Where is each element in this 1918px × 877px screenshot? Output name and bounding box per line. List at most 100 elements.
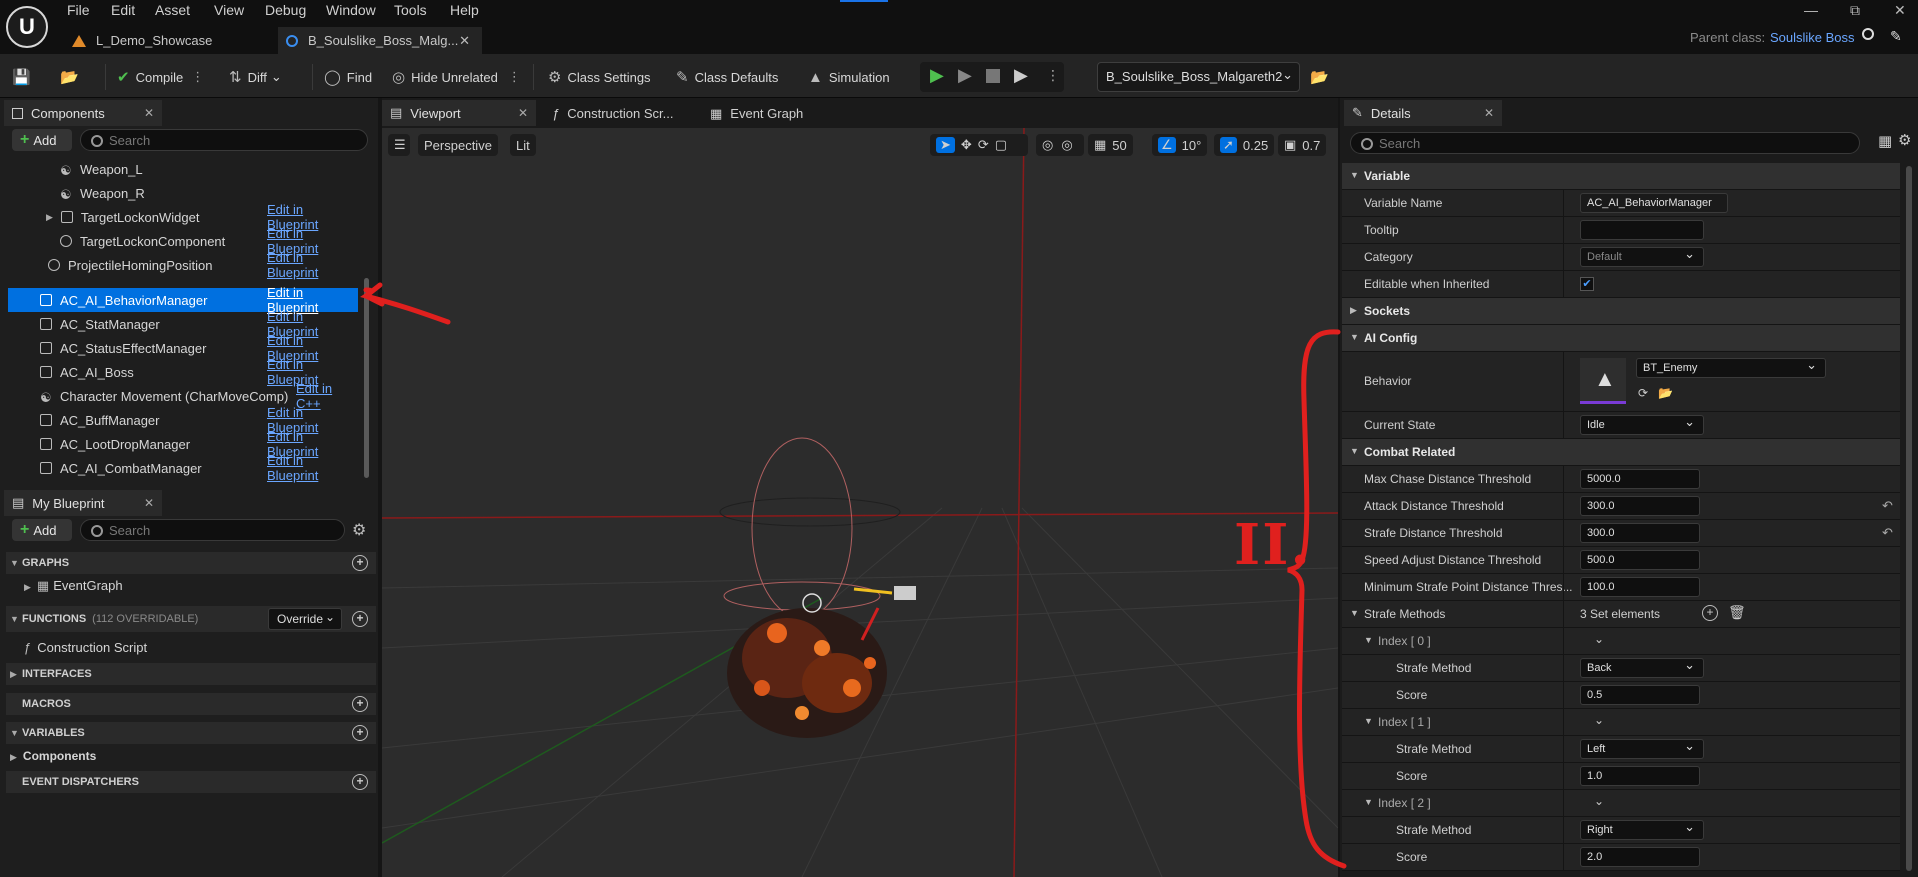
behavior-tree-thumbnail[interactable]: ▲ bbox=[1580, 358, 1626, 404]
component-ac-ai-combatmanager[interactable]: AC_AI_CombatManager Edit in Blueprint bbox=[8, 453, 358, 483]
section-sockets[interactable]: ▶ Sockets bbox=[1342, 298, 1900, 325]
parent-class-link[interactable]: Soulslike Boss bbox=[1770, 30, 1855, 45]
trash-icon[interactable]: 🗑 bbox=[1728, 604, 1746, 621]
minimize-icon[interactable]: — bbox=[1804, 2, 1818, 18]
components-scrollbar[interactable] bbox=[364, 278, 369, 478]
surface-snap-icon[interactable]: ◎ bbox=[1061, 137, 1072, 153]
strafe-distance-field[interactable]: 300.0 bbox=[1580, 523, 1700, 543]
add-graph-icon[interactable]: + bbox=[352, 555, 368, 571]
unreal-logo-icon[interactable]: U bbox=[6, 6, 48, 48]
tab-my-blueprint[interactable]: ▤ My Blueprint ✕ bbox=[4, 490, 162, 516]
step-icon[interactable]: ▶ bbox=[958, 65, 972, 86]
expand-arrow-icon[interactable]: ▶ bbox=[46, 212, 53, 223]
add-member-button[interactable]: + Add bbox=[12, 519, 72, 541]
components-search-input[interactable]: Search bbox=[80, 129, 368, 151]
details-search-input[interactable]: Search bbox=[1350, 132, 1860, 154]
hide-unrelated-button[interactable]: ◎ Hide Unrelated ⋮ bbox=[392, 66, 521, 88]
debug-object-selector[interactable]: B_Soulslike_Boss_Malgareth2 ⌄ bbox=[1097, 62, 1300, 92]
use-selected-icon[interactable]: ⟳ bbox=[1638, 386, 1648, 400]
edit-in-blueprint-link[interactable]: Edit in Blueprint bbox=[267, 250, 358, 280]
variable-name-field[interactable]: AC_AI_BehaviorManager bbox=[1580, 193, 1728, 213]
reset-to-default-icon[interactable]: ↶ bbox=[1882, 525, 1893, 541]
browse-asset-icon[interactable]: 📂 bbox=[1658, 386, 1673, 400]
override-dropdown[interactable]: Override ⌄ bbox=[268, 608, 342, 630]
tab-viewport[interactable]: ▤ Viewport ✕ bbox=[382, 100, 536, 126]
settings-gear-icon[interactable]: ⚙ bbox=[352, 520, 366, 540]
edit-in-blueprint-link[interactable]: Edit in Blueprint bbox=[267, 453, 358, 483]
grid-snap-button[interactable]: ▦ 50 bbox=[1088, 134, 1133, 156]
table-view-icon[interactable]: ▦ bbox=[1878, 132, 1892, 150]
behavior-asset-dropdown[interactable]: BT_Enemy bbox=[1636, 357, 1826, 378]
event-graph-item[interactable]: ▶ ▦ EventGraph bbox=[24, 578, 123, 594]
collapse-arrow-icon[interactable]: ▼ bbox=[1364, 797, 1373, 807]
rotate-tool-icon[interactable]: ⟳ bbox=[978, 137, 989, 153]
add-component-button[interactable]: + Add bbox=[12, 129, 72, 151]
variables-components-category[interactable]: ▶ Components bbox=[10, 749, 96, 763]
settings-gear-icon[interactable]: ⚙ bbox=[1898, 131, 1911, 149]
play-options-icon[interactable]: ⋮ bbox=[1046, 67, 1060, 84]
add-dispatcher-icon[interactable]: + bbox=[352, 774, 368, 790]
reset-to-default-icon[interactable]: ↶ bbox=[1882, 498, 1893, 514]
editable-checkbox[interactable]: ✔ bbox=[1580, 277, 1594, 291]
section-combat-related[interactable]: ▼ Combat Related bbox=[1342, 439, 1900, 466]
resume-icon[interactable]: ▶ bbox=[1014, 65, 1028, 86]
tab-details[interactable]: ✎ Details ✕ bbox=[1344, 100, 1502, 126]
menu-debug[interactable]: Debug bbox=[265, 2, 306, 18]
compile-button[interactable]: ✔ Compile ⋮ bbox=[117, 66, 204, 88]
select-tool-icon[interactable]: ➤ bbox=[936, 137, 955, 153]
tab-components[interactable]: Components ✕ bbox=[4, 100, 162, 126]
close-window-icon[interactable]: ✕ bbox=[1894, 2, 1906, 19]
add-element-icon[interactable]: + bbox=[1702, 605, 1718, 621]
simulation-button[interactable]: ▲ Simulation bbox=[808, 66, 890, 88]
menu-window[interactable]: Window bbox=[326, 2, 376, 18]
element-options-chevron-icon[interactable]: ⌄ bbox=[1594, 632, 1604, 646]
close-tab-icon[interactable]: ✕ bbox=[144, 106, 154, 120]
add-variable-icon[interactable]: + bbox=[352, 725, 368, 741]
scale-snap-button[interactable]: ➚ 0.25 bbox=[1214, 134, 1275, 156]
min-strafe-field[interactable]: 100.0 bbox=[1580, 577, 1700, 597]
class-settings-button[interactable]: ⚙ Class Settings bbox=[548, 66, 651, 88]
browse-icon[interactable]: 📂 bbox=[60, 66, 85, 88]
menu-edit[interactable]: Edit bbox=[111, 2, 135, 18]
menu-view[interactable]: View bbox=[214, 2, 244, 18]
move-tool-icon[interactable]: ✥ bbox=[961, 137, 972, 153]
perspective-button[interactable]: Perspective bbox=[418, 134, 498, 156]
section-event-dispatchers[interactable]: EVENT DISPATCHERS + bbox=[6, 771, 376, 793]
collapse-arrow-icon[interactable]: ▼ bbox=[1350, 608, 1359, 618]
section-variable[interactable]: ▼ Variable bbox=[1342, 163, 1900, 190]
menu-asset[interactable]: Asset bbox=[155, 2, 190, 18]
menu-tools[interactable]: Tools bbox=[394, 2, 427, 18]
find-button[interactable]: ◯ Find bbox=[324, 66, 372, 88]
section-graphs[interactable]: ▼ GRAPHS + bbox=[6, 552, 376, 574]
score-2-field[interactable]: 2.0 bbox=[1580, 847, 1700, 867]
speed-adjust-field[interactable]: 500.0 bbox=[1580, 550, 1700, 570]
lit-button[interactable]: Lit bbox=[510, 134, 536, 156]
menu-file[interactable]: File bbox=[67, 2, 90, 18]
viewport-canvas[interactable]: ☰ Perspective Lit ➤ ✥ ⟳ ▢ ◎ ◎ ▦ 50 ∠ 10° ➚ 0… bbox=[382, 128, 1338, 877]
strafe-method-0-dropdown[interactable]: Back bbox=[1580, 657, 1704, 678]
score-1-field[interactable]: 1.0 bbox=[1580, 766, 1700, 786]
expand-arrow-icon[interactable]: ▶ bbox=[24, 582, 31, 592]
restore-icon[interactable]: ⧉ bbox=[1850, 2, 1860, 19]
section-macros[interactable]: MACROS + bbox=[6, 693, 376, 715]
attack-distance-field[interactable]: 300.0 bbox=[1580, 496, 1700, 516]
scale-tool-icon[interactable]: ▢ bbox=[995, 137, 1007, 153]
collapse-arrow-icon[interactable]: ▼ bbox=[1364, 635, 1373, 645]
tab-blueprint[interactable]: B_Soulslike_Boss_Malg... ✕ bbox=[278, 27, 482, 54]
tab-event-graph[interactable]: ▦ Event Graph bbox=[710, 106, 803, 122]
component-weapon-l[interactable]: ☯ Weapon_L bbox=[8, 157, 358, 181]
close-tab-icon[interactable]: ✕ bbox=[459, 33, 470, 49]
strafe-method-1-dropdown[interactable]: Left bbox=[1580, 738, 1704, 759]
section-ai-config[interactable]: ▼ AI Config bbox=[1342, 325, 1900, 352]
construction-script-item[interactable]: ƒ Construction Script bbox=[24, 640, 147, 655]
play-icon[interactable]: ▶ bbox=[930, 65, 944, 86]
close-tab-icon[interactable]: ✕ bbox=[144, 496, 154, 510]
save-icon[interactable]: 💾 bbox=[12, 66, 37, 88]
search-icon[interactable] bbox=[1862, 28, 1874, 40]
diff-button[interactable]: ⇅ Diff ⌄ bbox=[229, 66, 282, 88]
pencil-icon[interactable]: ✎ bbox=[1890, 28, 1902, 45]
section-interfaces[interactable]: ▶ INTERFACES bbox=[6, 663, 376, 685]
add-function-icon[interactable]: + bbox=[352, 611, 368, 627]
element-options-chevron-icon[interactable]: ⌄ bbox=[1594, 713, 1604, 727]
section-functions[interactable]: ▼ FUNCTIONS (112 OVERRIDABLE) Override ⌄ + bbox=[6, 606, 376, 632]
